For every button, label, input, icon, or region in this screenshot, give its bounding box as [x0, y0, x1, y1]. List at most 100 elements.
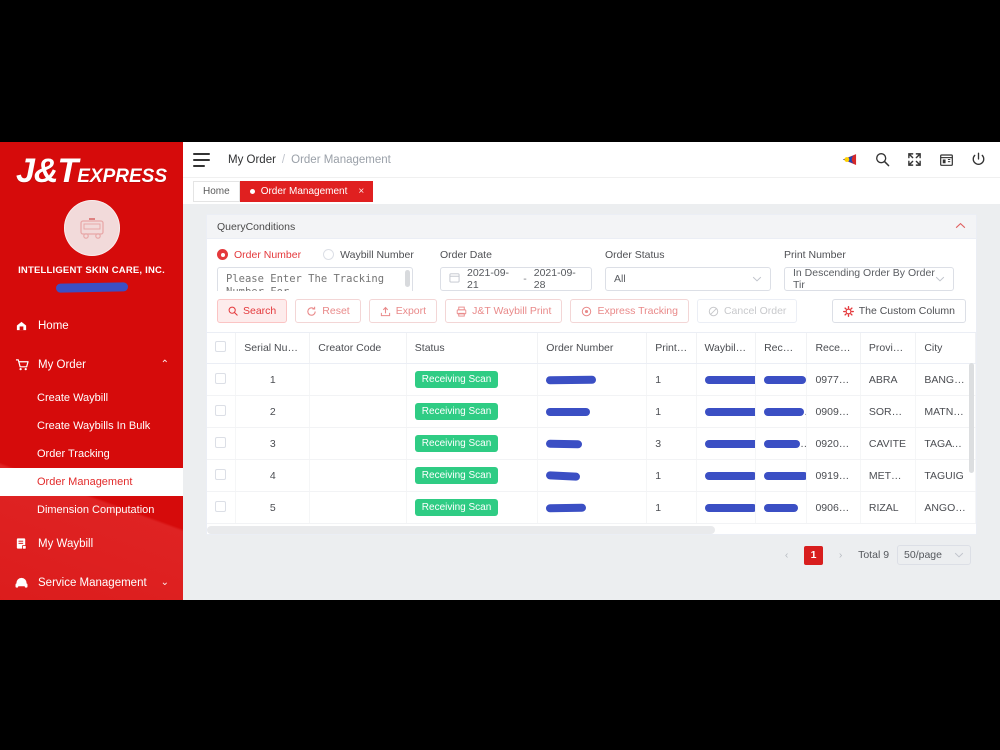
sidebar-item-dimension-computation[interactable]: Dimension Computation	[0, 496, 183, 524]
sidebar-item-label: Service Management	[38, 576, 147, 589]
cell-receiver	[755, 459, 808, 492]
column-header[interactable]: Receive...	[806, 333, 861, 364]
cell-print-number: 1	[646, 491, 697, 524]
row-checkbox[interactable]	[215, 436, 226, 448]
row-checkbox[interactable]	[215, 372, 226, 384]
breadcrumb-separator: /	[281, 153, 286, 166]
page-size-value: 50/page	[904, 549, 942, 561]
sidebar-item-order-tracking[interactable]: Order Tracking	[0, 440, 183, 468]
cell-status: Receiving Scan	[406, 395, 539, 428]
tracking-number-input[interactable]	[217, 267, 413, 291]
prev-page-button[interactable]: ‹	[777, 546, 796, 565]
print-number-select[interactable]: In Descending Order By Order Tir	[784, 267, 954, 291]
column-header[interactable]: Creator Code	[309, 333, 407, 364]
table-row[interactable]: 1 Receiving Scan 1 097701... ABRA BANGU.…	[207, 363, 976, 396]
sidebar-item-service-management[interactable]: Service Management ⌄	[0, 563, 183, 600]
order-date-field: Order Date 2021-09-21 - 2021-09-28	[440, 248, 592, 291]
breadcrumb-parent[interactable]: My Order	[228, 154, 276, 166]
next-page-button[interactable]: ›	[831, 546, 850, 565]
cell-waybill-number	[696, 459, 757, 492]
row-checkbox[interactable]	[215, 404, 226, 416]
row-select-cell	[207, 363, 237, 396]
chevron-up-icon[interactable]	[955, 221, 966, 232]
redacted-value	[704, 471, 755, 480]
tab-order-management[interactable]: Order Management ×	[239, 180, 374, 202]
radio-waybill-number[interactable]: Waybill Number	[323, 249, 414, 261]
order-status-select[interactable]: All	[605, 267, 771, 291]
search-button[interactable]: Search	[217, 299, 288, 323]
column-header[interactable]: City	[915, 333, 976, 364]
close-icon[interactable]: ×	[358, 186, 364, 197]
query-conditions-header[interactable]: QueryConditions	[207, 215, 976, 239]
reset-button[interactable]: Reset	[295, 299, 361, 323]
table-horizontal-scrollbar[interactable]	[207, 525, 715, 534]
redacted-value	[704, 375, 755, 384]
cell-province: METRO...	[860, 459, 917, 492]
select-all-checkbox[interactable]	[215, 341, 226, 352]
cell-order-number	[537, 459, 648, 492]
power-icon[interactable]	[971, 152, 986, 167]
row-select-cell	[207, 491, 237, 524]
row-checkbox[interactable]	[215, 500, 226, 512]
redacted-value	[704, 439, 755, 448]
cell-order-number	[537, 363, 648, 396]
export-icon	[380, 306, 391, 317]
cell-creator-code	[309, 459, 407, 492]
export-button[interactable]: Export	[368, 299, 438, 323]
query-conditions-title: QueryConditions	[217, 220, 296, 233]
sidebar-item-my-order[interactable]: My Order ⌃	[0, 345, 183, 384]
fullscreen-icon[interactable]	[907, 152, 922, 167]
logo-sub-text: EXPRESS	[77, 166, 167, 187]
table-row[interactable]: 5 Receiving Scan 1 090623... RIZAL ANGON…	[207, 491, 976, 524]
page-number-1[interactable]: 1	[804, 545, 824, 565]
query-conditions-body: Order Number Waybill Number Please Enter…	[207, 239, 976, 299]
button-label: Cancel Order	[723, 305, 787, 317]
column-header[interactable]: Receiver	[755, 333, 808, 364]
top-header: My Order / Order Management	[183, 142, 1000, 177]
table-vertical-scrollbar[interactable]	[969, 363, 974, 473]
table-row[interactable]: 4 Receiving Scan 1 091908... METRO... TA…	[207, 459, 976, 492]
sidebar-item-home[interactable]: Home	[0, 306, 183, 345]
search-icon[interactable]	[875, 152, 890, 167]
hamburger-icon[interactable]	[193, 152, 211, 167]
radio-order-number[interactable]: Order Number	[217, 249, 301, 261]
column-header[interactable]: Province	[860, 333, 917, 364]
express-tracking-button[interactable]: Express Tracking	[570, 299, 689, 323]
sidebar-item-create-waybills-bulk[interactable]: Create Waybills In Bulk	[0, 412, 183, 440]
waybill-print-button[interactable]: J&T Waybill Print	[445, 299, 563, 323]
textarea-scrollbar[interactable]	[405, 270, 410, 287]
sidebar-item-create-waybill[interactable]: Create Waybill	[0, 384, 183, 412]
cell-receiver	[755, 395, 808, 428]
sidebar-item-label: Create Waybills In Bulk	[37, 420, 151, 432]
column-header[interactable]: Waybill ...	[696, 333, 757, 364]
cart-icon	[14, 358, 29, 371]
tracking-number-field: Order Number Waybill Number	[217, 248, 427, 291]
order-date-input[interactable]: 2021-09-21 - 2021-09-28	[440, 267, 592, 291]
cell-city: BANGU...	[915, 363, 976, 396]
column-header[interactable]: Print Nu...	[646, 333, 697, 364]
sidebar-item-order-management[interactable]: Order Management	[0, 468, 183, 496]
sidebar-item-my-waybill[interactable]: My Waybill	[0, 524, 183, 563]
flag-ph-icon[interactable]	[841, 152, 858, 167]
cell-order-number	[537, 427, 648, 460]
column-header[interactable]: Status	[406, 333, 539, 364]
table-scroll-track	[207, 524, 976, 534]
row-checkbox[interactable]	[215, 468, 226, 480]
archive-icon[interactable]	[939, 152, 954, 167]
button-label: Express Tracking	[597, 305, 678, 317]
cell-city: TAGUIG	[915, 459, 976, 492]
delivery-truck-icon	[79, 218, 104, 239]
table-row[interactable]: 3 Receiving Scan 3 092094... CAVITE TAGA…	[207, 427, 976, 460]
cell-print-number: 1	[646, 395, 697, 428]
cell-status: Receiving Scan	[406, 459, 539, 492]
column-header[interactable]: Order Number	[537, 333, 648, 364]
search-icon	[228, 306, 238, 316]
tab-home[interactable]: Home	[193, 180, 240, 202]
custom-column-button[interactable]: The Custom Column	[831, 299, 966, 323]
gear-icon	[842, 305, 854, 317]
column-header[interactable]: Serial Number	[235, 333, 311, 364]
chevron-up-icon: ⌃	[160, 359, 169, 370]
page-size-select[interactable]: 50/page	[897, 545, 971, 565]
table-row[interactable]: 2 Receiving Scan 1 090922... SORSO... MA…	[207, 395, 976, 428]
chevron-down-icon: ⌄	[160, 577, 169, 588]
